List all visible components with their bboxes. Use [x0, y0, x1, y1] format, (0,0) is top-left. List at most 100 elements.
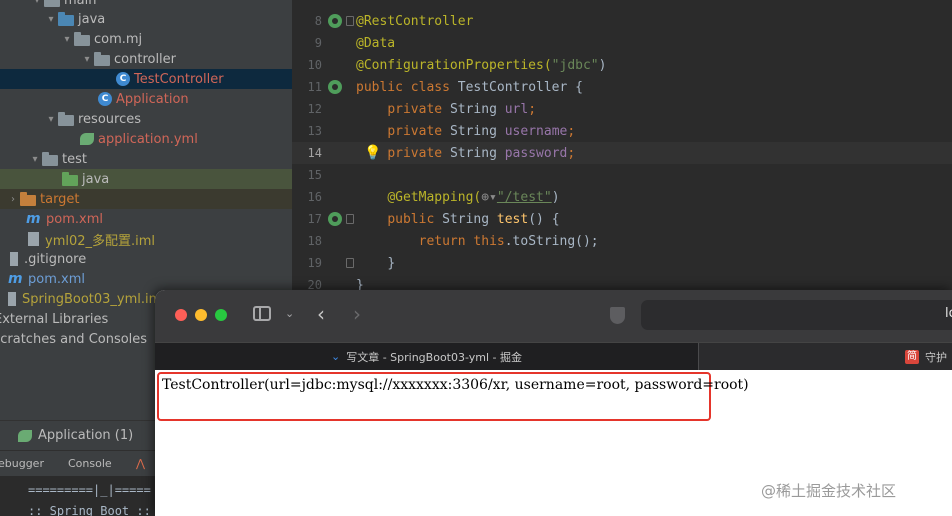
fold-icon[interactable] — [346, 16, 354, 26]
fold-icon[interactable] — [346, 214, 354, 224]
tree-item-pom-xml[interactable]: m pom.xml — [0, 209, 292, 229]
line-number: 12 — [307, 102, 322, 116]
iml-file-icon — [28, 232, 39, 246]
class-icon: C — [116, 72, 130, 86]
folder-icon — [44, 0, 60, 7]
chevron-down-icon[interactable]: ▾ — [44, 14, 58, 25]
tree-item-label: .gitignore — [24, 251, 87, 267]
line-number: 17 — [307, 212, 322, 226]
tree-item-package[interactable]: ▾ com.mj — [0, 29, 292, 49]
line-number: 13 — [307, 124, 322, 138]
test-folder-icon — [62, 171, 78, 186]
console-output[interactable]: =========|_|===== :: Spring Boot :: — [0, 476, 160, 516]
tab-juejin-editor[interactable]: ⌄ 写文章 - SpringBoot03-yml - 掘金 — [155, 343, 699, 370]
chevron-down-icon[interactable]: ▾ — [30, 0, 44, 6]
tree-item-label: test — [62, 151, 87, 167]
line-number: 9 — [314, 36, 322, 50]
endpoint-gutter-icon[interactable] — [328, 212, 342, 226]
tree-item-root-pom-xml[interactable]: m pom.xml — [0, 269, 292, 289]
tree-item-label: pom.xml — [46, 211, 103, 227]
spring-bean-gutter-icon[interactable] — [328, 80, 342, 94]
line-number: 15 — [307, 168, 322, 182]
source-folder-icon — [58, 11, 74, 26]
tree-item-label: application.yml — [98, 131, 198, 147]
tree-item-label: resources — [78, 111, 142, 127]
chevron-down-icon[interactable]: ▾ — [28, 154, 42, 165]
tree-item-label: pom.xml — [28, 271, 85, 287]
tab-title: 守护 — [925, 350, 947, 364]
code-line: 11 public class TestController { — [292, 76, 952, 98]
response-text: TestController(url=jdbc:mysql://xxxxxxx:… — [162, 377, 749, 393]
code-editor[interactable]: 8 @RestController 9 @Data 10 @Configurat… — [292, 0, 952, 300]
juejin-icon: ⌄ — [330, 350, 341, 363]
minimize-window-button[interactable] — [195, 309, 207, 321]
tree-item-test[interactable]: ▾ test — [0, 149, 292, 169]
tree-item-label: Scratches and Consoles — [0, 331, 148, 347]
run-tabs: ebugger Console ⋀ — [0, 450, 160, 476]
tree-item-resources[interactable]: ▾ resources — [0, 109, 292, 129]
tree-item-label: com.mj — [94, 31, 143, 47]
globe-icon[interactable]: ⊕▾ — [481, 190, 497, 205]
resources-folder-icon — [58, 111, 74, 126]
tab-debugger[interactable]: ebugger — [0, 457, 44, 470]
console-line: :: Spring Boot :: — [28, 504, 151, 516]
tab-title: 写文章 - SpringBoot03-yml - 掘金 — [346, 350, 522, 364]
line-number: 18 — [307, 234, 322, 248]
mapping-link[interactable]: "/test" — [497, 190, 552, 205]
tab-second[interactable]: 简 守护 — [905, 343, 947, 370]
tree-item-target[interactable]: › target — [0, 189, 292, 209]
fold-icon[interactable] — [346, 258, 354, 268]
tree-item-controller[interactable]: ▾ controller — [0, 49, 292, 69]
chevron-down-icon[interactable]: ▾ — [44, 114, 58, 125]
tree-item-label: TestController — [134, 71, 224, 87]
lightbulb-icon[interactable]: 💡 — [364, 145, 381, 161]
code-line: 16 @GetMapping(⊕▾ "/test") — [292, 186, 952, 208]
browser-toolbar: ⌄ ‹ › lo — [155, 290, 952, 342]
chevron-down-icon[interactable]: ▾ — [60, 34, 74, 45]
tree-item-testcontroller[interactable]: C TestController — [0, 69, 292, 89]
chevron-right-icon[interactable]: › — [6, 194, 20, 205]
address-bar[interactable]: lo — [641, 300, 952, 330]
back-icon[interactable]: ‹ — [317, 302, 325, 326]
spring-run-icon — [18, 429, 32, 442]
tree-item-label: External Libraries — [0, 311, 109, 327]
code-line: 8 @RestController — [292, 10, 952, 32]
tree-item-application-yml[interactable]: application.yml — [0, 129, 292, 149]
privacy-shield-icon[interactable] — [610, 307, 625, 324]
code-line: 18 return this .toString(); — [292, 230, 952, 252]
tree-item-gitignore[interactable]: .gitignore — [0, 249, 292, 269]
tree-item-test-java[interactable]: java — [0, 169, 292, 189]
package-icon — [94, 51, 110, 66]
line-number: 10 — [307, 58, 322, 72]
code-line: 15 — [292, 164, 952, 186]
line-number: 14 — [307, 146, 322, 160]
tree-item-java[interactable]: ▾ java — [0, 9, 292, 29]
forward-icon[interactable]: › — [353, 302, 361, 326]
spring-bean-gutter-icon[interactable] — [328, 14, 342, 28]
browser-window: ⌄ ‹ › lo ⌄ 写文章 - SpringBoot03-yml - 掘金 简… — [155, 290, 952, 516]
tree-item-module-iml[interactable]: yml02_多配置.iml — [0, 229, 292, 249]
console-line: =========|_|===== — [28, 483, 151, 497]
run-config-title[interactable]: Application (1) — [38, 428, 133, 443]
package-icon — [74, 31, 90, 46]
chevron-down-icon[interactable]: ⌄ — [285, 307, 294, 320]
code-line-current: 14 💡 private String password; — [292, 142, 952, 164]
run-tool-window-header[interactable]: Application (1) — [0, 420, 160, 450]
line-number: 8 — [314, 14, 322, 28]
tree-item-label: SpringBoot03_yml.iml — [22, 291, 165, 307]
tree-item-application[interactable]: C Application — [0, 89, 292, 109]
zoom-window-button[interactable] — [215, 309, 227, 321]
iml-file-icon — [8, 292, 16, 306]
sidebar-toggle-icon[interactable] — [253, 306, 271, 321]
chevron-down-icon[interactable]: ▾ — [80, 54, 94, 65]
tree-item-label: java — [78, 11, 106, 27]
tree-item-label: target — [40, 191, 80, 207]
code-line: 17 public String test() { — [292, 208, 952, 230]
close-window-button[interactable] — [175, 309, 187, 321]
tab-console[interactable]: Console — [68, 457, 112, 470]
address-text: lo — [945, 306, 952, 321]
code-line: 10 @ConfigurationProperties("jdbc") — [292, 54, 952, 76]
profiler-icon[interactable]: ⋀ — [136, 457, 145, 470]
tree-item-label: main — [64, 0, 97, 8]
watermark: @稀土掘金技术社区 — [761, 482, 897, 500]
